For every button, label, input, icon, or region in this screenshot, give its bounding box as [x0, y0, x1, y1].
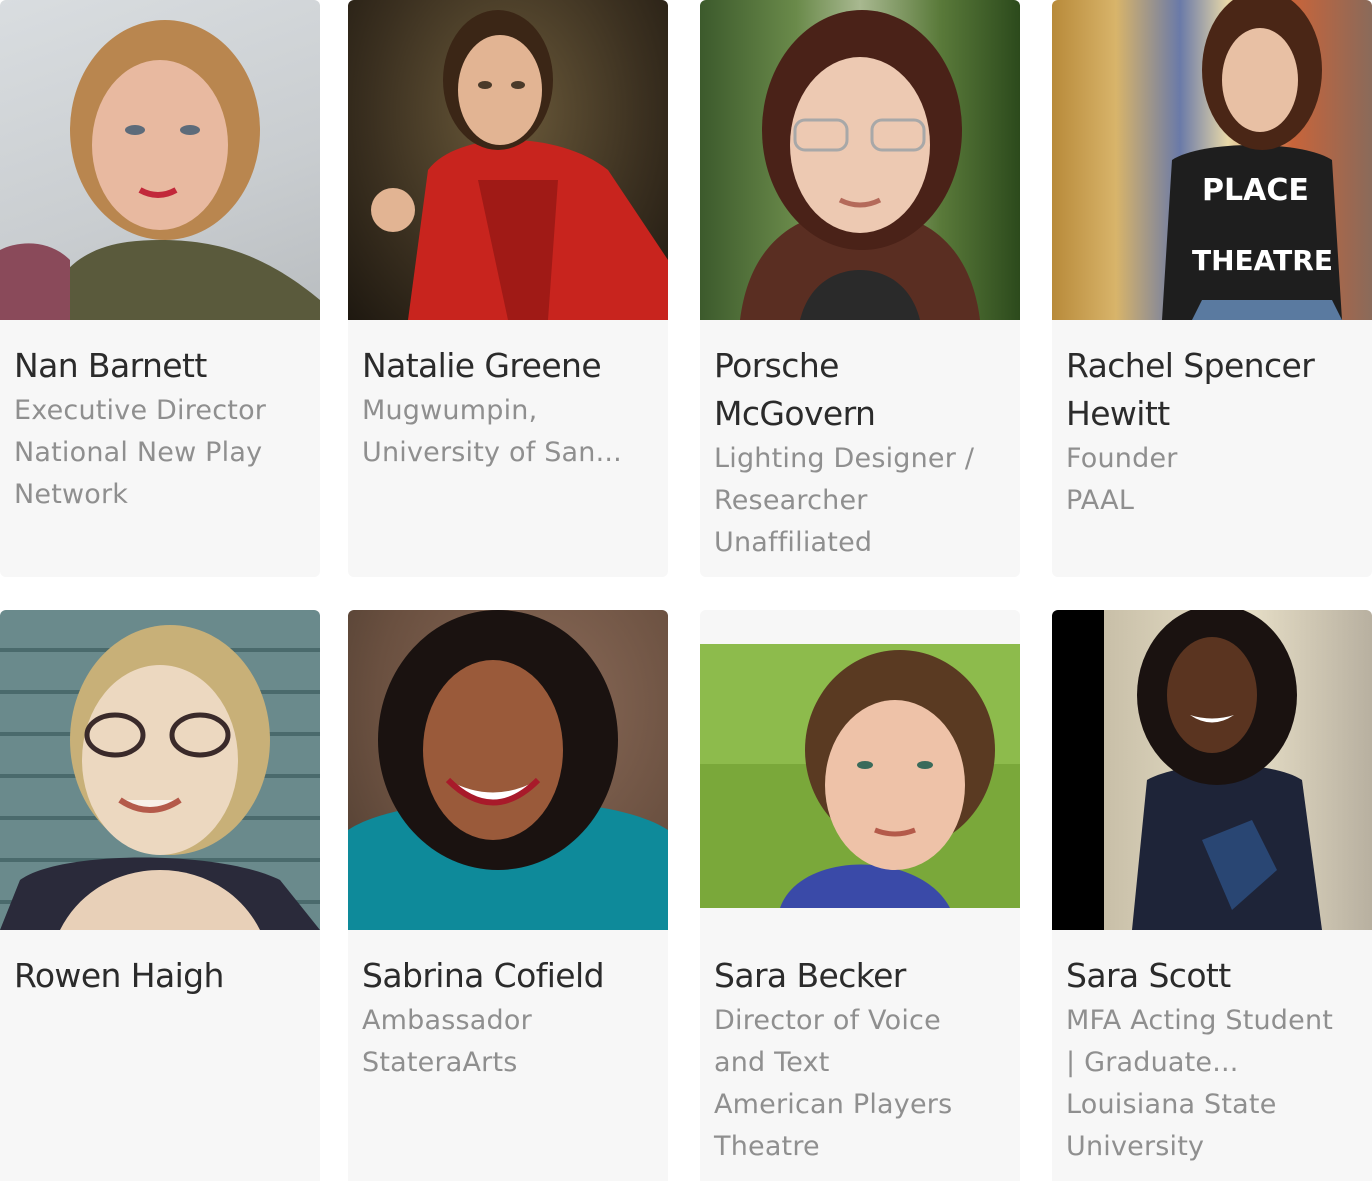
shirt-print: PLACE [1202, 173, 1309, 208]
portrait-photo[interactable]: PLACE THEATRE [1052, 0, 1372, 320]
portrait-illustration [1132, 610, 1322, 930]
portrait-illustration [371, 10, 668, 320]
person-detail: | Graduate... [1066, 1047, 1239, 1078]
person-detail: University of San... [362, 437, 622, 468]
portrait-photo[interactable] [0, 610, 320, 930]
portrait-photo[interactable] [700, 610, 1020, 930]
person-card[interactable]: Sabrina Cofield Ambassador StateraArts [348, 610, 668, 1181]
person-card[interactable]: Sara Becker Director of Voice and Text A… [700, 610, 1020, 1181]
portrait-illustration: PLACE THEATRE [1162, 0, 1342, 320]
person-detail: Mugwumpin, [362, 395, 538, 426]
person-detail: and Text [714, 1047, 830, 1078]
person-detail: Executive Director [14, 395, 267, 426]
person-name[interactable]: Nan Barnett [14, 342, 306, 390]
portrait-illustration [348, 610, 668, 930]
person-card[interactable]: Nan Barnett Executive Director National … [0, 0, 320, 577]
person-detail: Director of Voice [714, 1005, 941, 1036]
portrait-illustration [0, 625, 320, 930]
person-detail: Theatre [714, 1131, 820, 1162]
person-detail: Louisiana State [1066, 1089, 1277, 1120]
person-name[interactable]: Natalie Greene [362, 342, 654, 390]
person-detail: University [1066, 1131, 1205, 1162]
portrait-illustration [700, 644, 1020, 908]
person-name-part: Porsche McGovern [714, 346, 876, 433]
person-detail: American Players [714, 1089, 953, 1120]
person-detail: Lighting Designer / [714, 443, 975, 474]
person-detail: National New Play [14, 437, 263, 468]
person-detail: MFA Acting Student [1066, 1005, 1334, 1036]
person-detail: StateraArts [362, 1047, 518, 1078]
person-detail: PAAL [1066, 485, 1135, 516]
person-card[interactable]: Rowen Haigh [0, 610, 320, 1181]
person-card[interactable]: Porsche McGovern Lighting Designer / Res… [700, 0, 1020, 577]
person-detail: Founder [1066, 443, 1178, 474]
person-name[interactable]: Porsche McGovern [714, 342, 1006, 438]
portrait-illustration [0, 20, 320, 320]
person-card[interactable]: Natalie Greene Mugwumpin, University of … [348, 0, 668, 577]
portrait-photo[interactable] [348, 0, 668, 320]
portrait-photo[interactable] [1052, 610, 1372, 930]
person-detail: Researcher [714, 485, 868, 516]
person-card[interactable]: PLACE THEATRE Rachel Spencer Hewitt Foun… [1052, 0, 1372, 577]
person-name[interactable]: Sabrina Cofield [362, 952, 654, 1000]
shirt-print: THEATRE [1192, 244, 1333, 277]
portrait-photo[interactable] [348, 610, 668, 930]
person-name[interactable]: Sara Scott [1066, 952, 1358, 1000]
person-detail: Unaffiliated [714, 527, 873, 558]
person-name[interactable]: Rowen Haigh [14, 952, 306, 1000]
portrait-photo[interactable] [700, 0, 1020, 320]
person-detail: Network [14, 479, 129, 510]
portrait-photo[interactable] [0, 0, 320, 320]
portrait-illustration [740, 10, 980, 320]
person-name[interactable]: Rachel Spencer Hewitt [1066, 342, 1358, 438]
person-name[interactable]: Sara Becker [714, 952, 1006, 1000]
person-card[interactable]: Sara Scott MFA Acting Student | Graduate… [1052, 610, 1372, 1181]
person-detail: Ambassador [362, 1005, 532, 1036]
